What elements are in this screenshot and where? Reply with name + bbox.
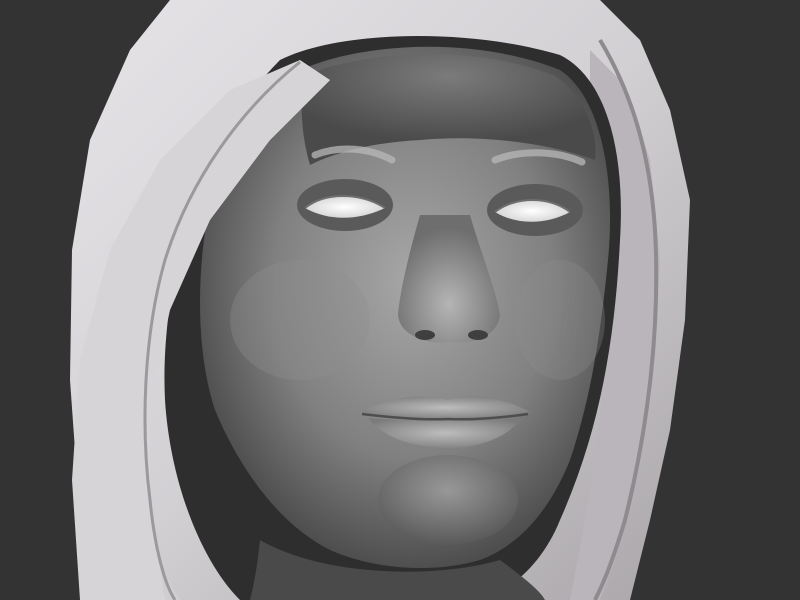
nostril-left xyxy=(415,330,435,340)
nostril-right xyxy=(468,330,488,340)
cheek-right xyxy=(515,260,605,380)
cheek-left xyxy=(230,260,370,380)
chin xyxy=(378,455,518,545)
sculpt-render xyxy=(0,0,800,600)
sculpt-viewport[interactable] xyxy=(0,0,800,600)
